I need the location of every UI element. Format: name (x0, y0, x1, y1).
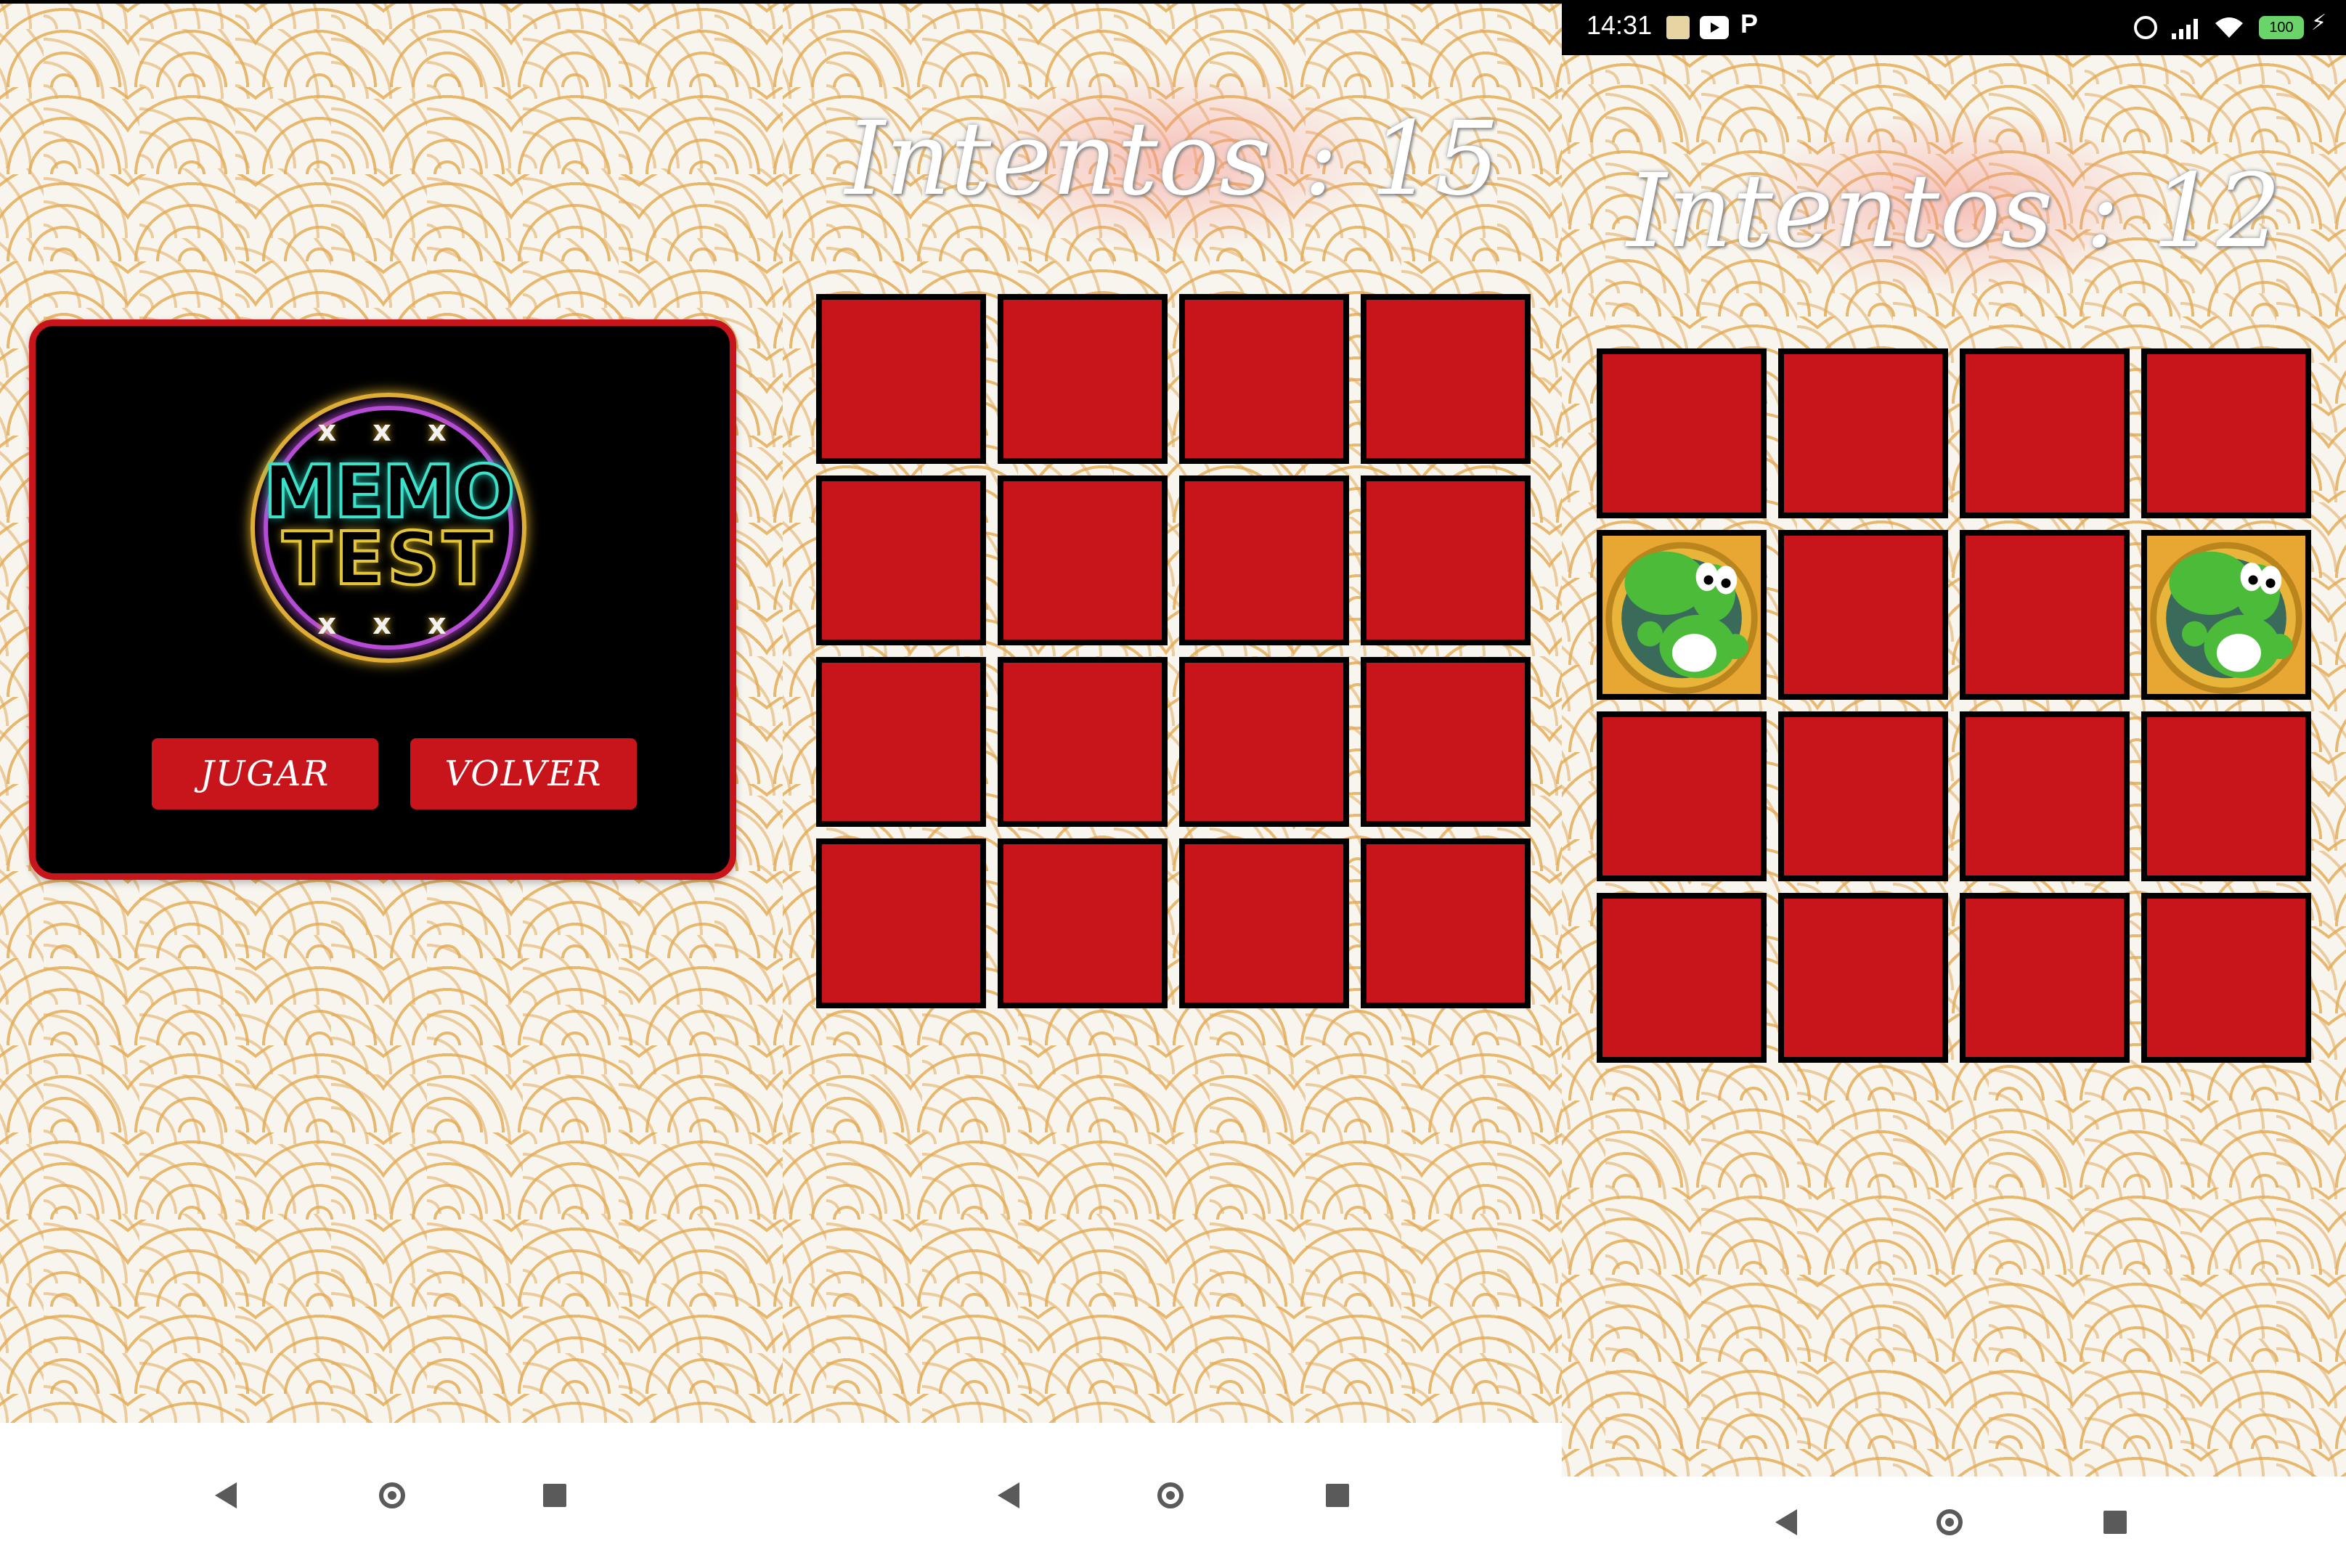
memory-card-hidden[interactable] (1960, 711, 2130, 881)
memory-card-hidden[interactable] (1179, 838, 1349, 1008)
memory-card-hidden[interactable] (1597, 348, 1767, 518)
navigation-bar (783, 1423, 1562, 1568)
memory-card-yoshi[interactable] (1597, 530, 1767, 700)
memory-card-hidden[interactable] (998, 657, 1168, 827)
yoshi-icon (1605, 542, 1758, 694)
battery-icon: 100 (2259, 16, 2304, 39)
top-divider (783, 0, 1562, 4)
recents-icon[interactable] (543, 1484, 566, 1507)
memory-card-yoshi[interactable] (2141, 530, 2311, 700)
youtube-icon (1700, 16, 1729, 39)
parking-icon: P (1740, 9, 1759, 38)
memory-card-hidden[interactable] (1361, 475, 1531, 645)
memory-card-hidden[interactable] (1361, 838, 1531, 1008)
memory-card-hidden[interactable] (1778, 711, 1948, 881)
back-icon[interactable] (998, 1482, 1019, 1508)
memory-card-hidden[interactable] (1778, 530, 1948, 700)
back-icon[interactable] (1775, 1509, 1797, 1535)
signal-icon (2172, 16, 2201, 39)
memory-card-hidden[interactable] (1960, 348, 2130, 518)
memory-card-hidden[interactable] (998, 838, 1168, 1008)
home-icon[interactable] (1936, 1509, 1963, 1535)
memory-card-hidden[interactable] (998, 475, 1168, 645)
recents-icon[interactable] (2103, 1511, 2127, 1534)
memory-card-hidden[interactable] (1361, 294, 1531, 464)
memory-card-hidden[interactable] (1179, 294, 1349, 464)
memory-card-hidden[interactable] (1960, 530, 2130, 700)
charging-icon: ⚡ (2311, 10, 2327, 36)
memory-card-hidden[interactable] (1597, 711, 1767, 881)
memory-card-hidden[interactable] (1361, 657, 1531, 827)
memory-card-hidden[interactable] (998, 294, 1168, 464)
navigation-bar (1562, 1477, 2346, 1568)
game-screen-1: Intentos : 15 (783, 0, 1562, 1568)
menu-card: x x x MEMO TEST x x x JUGAR VOLVER (29, 319, 736, 880)
memory-card-hidden[interactable] (1597, 893, 1767, 1063)
navigation-bar (0, 1423, 783, 1568)
attempts-counter: Intentos : 12 (1626, 152, 2281, 271)
memory-card-hidden[interactable] (816, 657, 986, 827)
recents-icon[interactable] (1326, 1484, 1349, 1507)
memory-card-hidden[interactable] (1179, 475, 1349, 645)
home-icon[interactable] (379, 1482, 405, 1508)
memory-card-hidden[interactable] (1778, 348, 1948, 518)
memory-card-hidden[interactable] (816, 294, 986, 464)
memory-card-hidden[interactable] (1778, 893, 1948, 1063)
memory-card-hidden[interactable] (2141, 711, 2311, 881)
status-bar: 14:31 P 100 ⚡ (1562, 0, 2346, 55)
attempts-counter: Intentos : 15 (844, 100, 1500, 219)
alarm-icon (2134, 16, 2157, 39)
logo-decoration-bottom: x x x (317, 608, 460, 641)
back-icon[interactable] (215, 1482, 237, 1508)
game-screen-2: 14:31 P 100 ⚡ Intentos : 12 (1562, 0, 2346, 1568)
top-divider (0, 0, 783, 4)
wifi-icon (2214, 16, 2244, 39)
logo-decoration-top: x x x (317, 415, 460, 448)
yoshi-icon (2150, 542, 2302, 694)
back-button[interactable]: VOLVER (410, 738, 637, 809)
play-button[interactable]: JUGAR (152, 738, 378, 809)
home-icon[interactable] (1157, 1482, 1184, 1508)
memory-card-hidden[interactable] (2141, 893, 2311, 1063)
logo-word-test: TEST (281, 515, 495, 603)
memory-card-hidden[interactable] (816, 838, 986, 1008)
memory-card-hidden[interactable] (1960, 893, 2130, 1063)
menu-screen: x x x MEMO TEST x x x JUGAR VOLVER (0, 0, 783, 1568)
memo-test-logo: x x x MEMO TEST x x x (251, 393, 526, 663)
app-notification-icon (1666, 16, 1690, 39)
status-time: 14:31 (1587, 10, 1653, 40)
memory-card-hidden[interactable] (1179, 657, 1349, 827)
memory-card-hidden[interactable] (2141, 348, 2311, 518)
memory-card-hidden[interactable] (816, 475, 986, 645)
